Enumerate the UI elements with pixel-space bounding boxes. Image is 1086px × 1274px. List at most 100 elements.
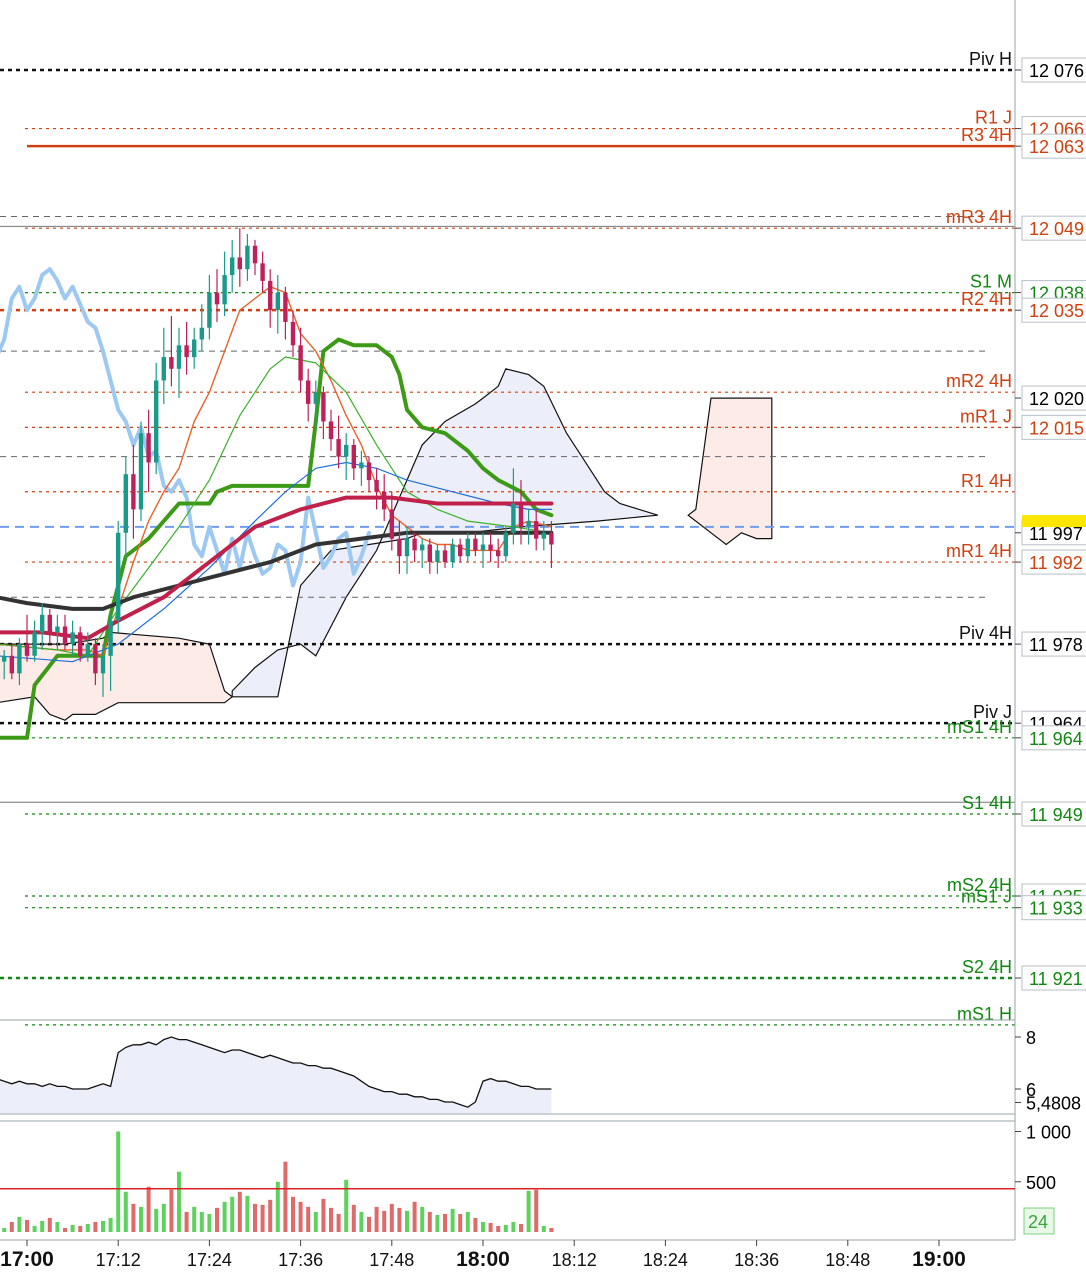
candle-body: [116, 532, 121, 621]
pivot-label: Piv 4H: [959, 623, 1012, 643]
pivot-label: R1 4H: [961, 471, 1012, 491]
pivot-label: mR1 J: [960, 406, 1012, 426]
volume-bar: [108, 1217, 113, 1232]
volume-bar: [169, 1189, 174, 1232]
volume-bar: [116, 1131, 121, 1232]
volume-bar: [177, 1171, 181, 1232]
volume-bar: [405, 1210, 409, 1232]
volume-bar: [253, 1203, 257, 1232]
candle-body: [404, 538, 410, 557]
volume-bar: [298, 1201, 303, 1232]
candle-body: [442, 550, 448, 563]
candle-body: [290, 321, 296, 346]
candle-body: [85, 644, 90, 656]
volume-bar: [70, 1224, 75, 1232]
volume-bar: [306, 1206, 311, 1232]
price-tick-label: 11 964: [1029, 729, 1083, 749]
volume-bar: [123, 1191, 128, 1232]
candle-body: [161, 357, 166, 381]
pivot-label: mS1 J: [961, 887, 1012, 907]
price-tick-label: 12 049: [1029, 219, 1084, 239]
candle-body: [131, 474, 136, 510]
volume-bar: [184, 1211, 189, 1232]
price-tick-label: 12 015: [1029, 418, 1084, 438]
candle-body: [427, 544, 432, 563]
volume-bar: [192, 1206, 197, 1232]
volume-bar: [336, 1213, 341, 1232]
volume-bar: [427, 1211, 432, 1232]
candle-body: [176, 345, 182, 369]
volume-bar: [549, 1227, 554, 1232]
volume-bar: [496, 1225, 501, 1232]
volume-bar: [389, 1203, 394, 1232]
candle-body: [93, 644, 98, 674]
volume-tick-label: 500: [1026, 1173, 1056, 1193]
volume-bar: [230, 1196, 235, 1232]
volume-bar: [85, 1223, 90, 1232]
candle-body: [24, 644, 30, 656]
volume-bar: [93, 1221, 98, 1232]
candle-body: [260, 263, 265, 281]
volume-bar: [139, 1206, 143, 1232]
candle-body: [382, 491, 387, 510]
candle-body: [503, 532, 508, 557]
time-tick-label: 17:36: [278, 1250, 323, 1270]
time-tick-label: 17:00: [0, 1248, 54, 1271]
volume-bar: [222, 1201, 227, 1232]
volume-bar: [443, 1213, 447, 1232]
candle-body: [108, 620, 113, 656]
volume-bar: [382, 1210, 387, 1232]
candle-body: [123, 474, 128, 533]
time-tick-label: 17:48: [369, 1250, 414, 1270]
candle-body: [55, 626, 60, 633]
candle-body: [207, 292, 212, 328]
candle-body: [283, 292, 288, 322]
time-tick-label: 18:36: [734, 1250, 779, 1270]
candle-body: [526, 521, 531, 527]
candle-body: [397, 538, 402, 557]
volume-bar: [40, 1220, 45, 1232]
volume-bar: [435, 1214, 440, 1232]
volume-bar: [17, 1216, 22, 1232]
volume-bar: [32, 1225, 37, 1232]
candle-body: [412, 538, 417, 551]
candle-body: [32, 632, 37, 656]
volume-bar: [161, 1203, 166, 1232]
price-tick-label: 11 949: [1029, 805, 1083, 825]
pivot-label: mR2 4H: [946, 371, 1012, 391]
candle-body: [511, 503, 516, 533]
candle-body: [78, 632, 83, 656]
time-tick-label: 19:00: [912, 1248, 966, 1271]
candle-body: [420, 544, 425, 551]
volume-bar: [351, 1204, 356, 1232]
candle-body: [146, 433, 151, 463]
trading-chart: Piv HR1 JR3 4HmR3 4HS1 MR2 4HmR2 4HmR1 J…: [0, 0, 1086, 1274]
candle-body: [518, 503, 524, 527]
candle-body: [374, 480, 379, 492]
candle-body: [450, 544, 455, 563]
volume-bar: [321, 1198, 326, 1232]
volume-bar: [450, 1208, 455, 1232]
candle-body: [541, 532, 546, 539]
candle-body: [245, 245, 250, 270]
volume-bar: [25, 1219, 29, 1232]
candle-body: [222, 275, 227, 305]
volume-bar: [268, 1199, 273, 1232]
candle-body: [154, 380, 159, 463]
volume-bar: [313, 1211, 318, 1232]
candle-body: [549, 532, 554, 545]
candle-body: [268, 280, 273, 311]
candle-body: [184, 345, 189, 358]
volume-bar: [412, 1201, 417, 1232]
volume-bar: [465, 1211, 470, 1232]
pivot-label: mS1 H: [957, 1004, 1012, 1024]
volume-bar: [63, 1227, 67, 1232]
candle-body: [435, 550, 440, 563]
volume-bar: [534, 1189, 539, 1232]
pivot-label: mR1 4H: [946, 541, 1012, 561]
candle-body: [313, 392, 318, 404]
pivot-label: Piv H: [969, 49, 1012, 69]
candle-body: [328, 421, 334, 440]
time-tick-label: 18:48: [825, 1250, 870, 1270]
candle-body: [496, 550, 501, 557]
